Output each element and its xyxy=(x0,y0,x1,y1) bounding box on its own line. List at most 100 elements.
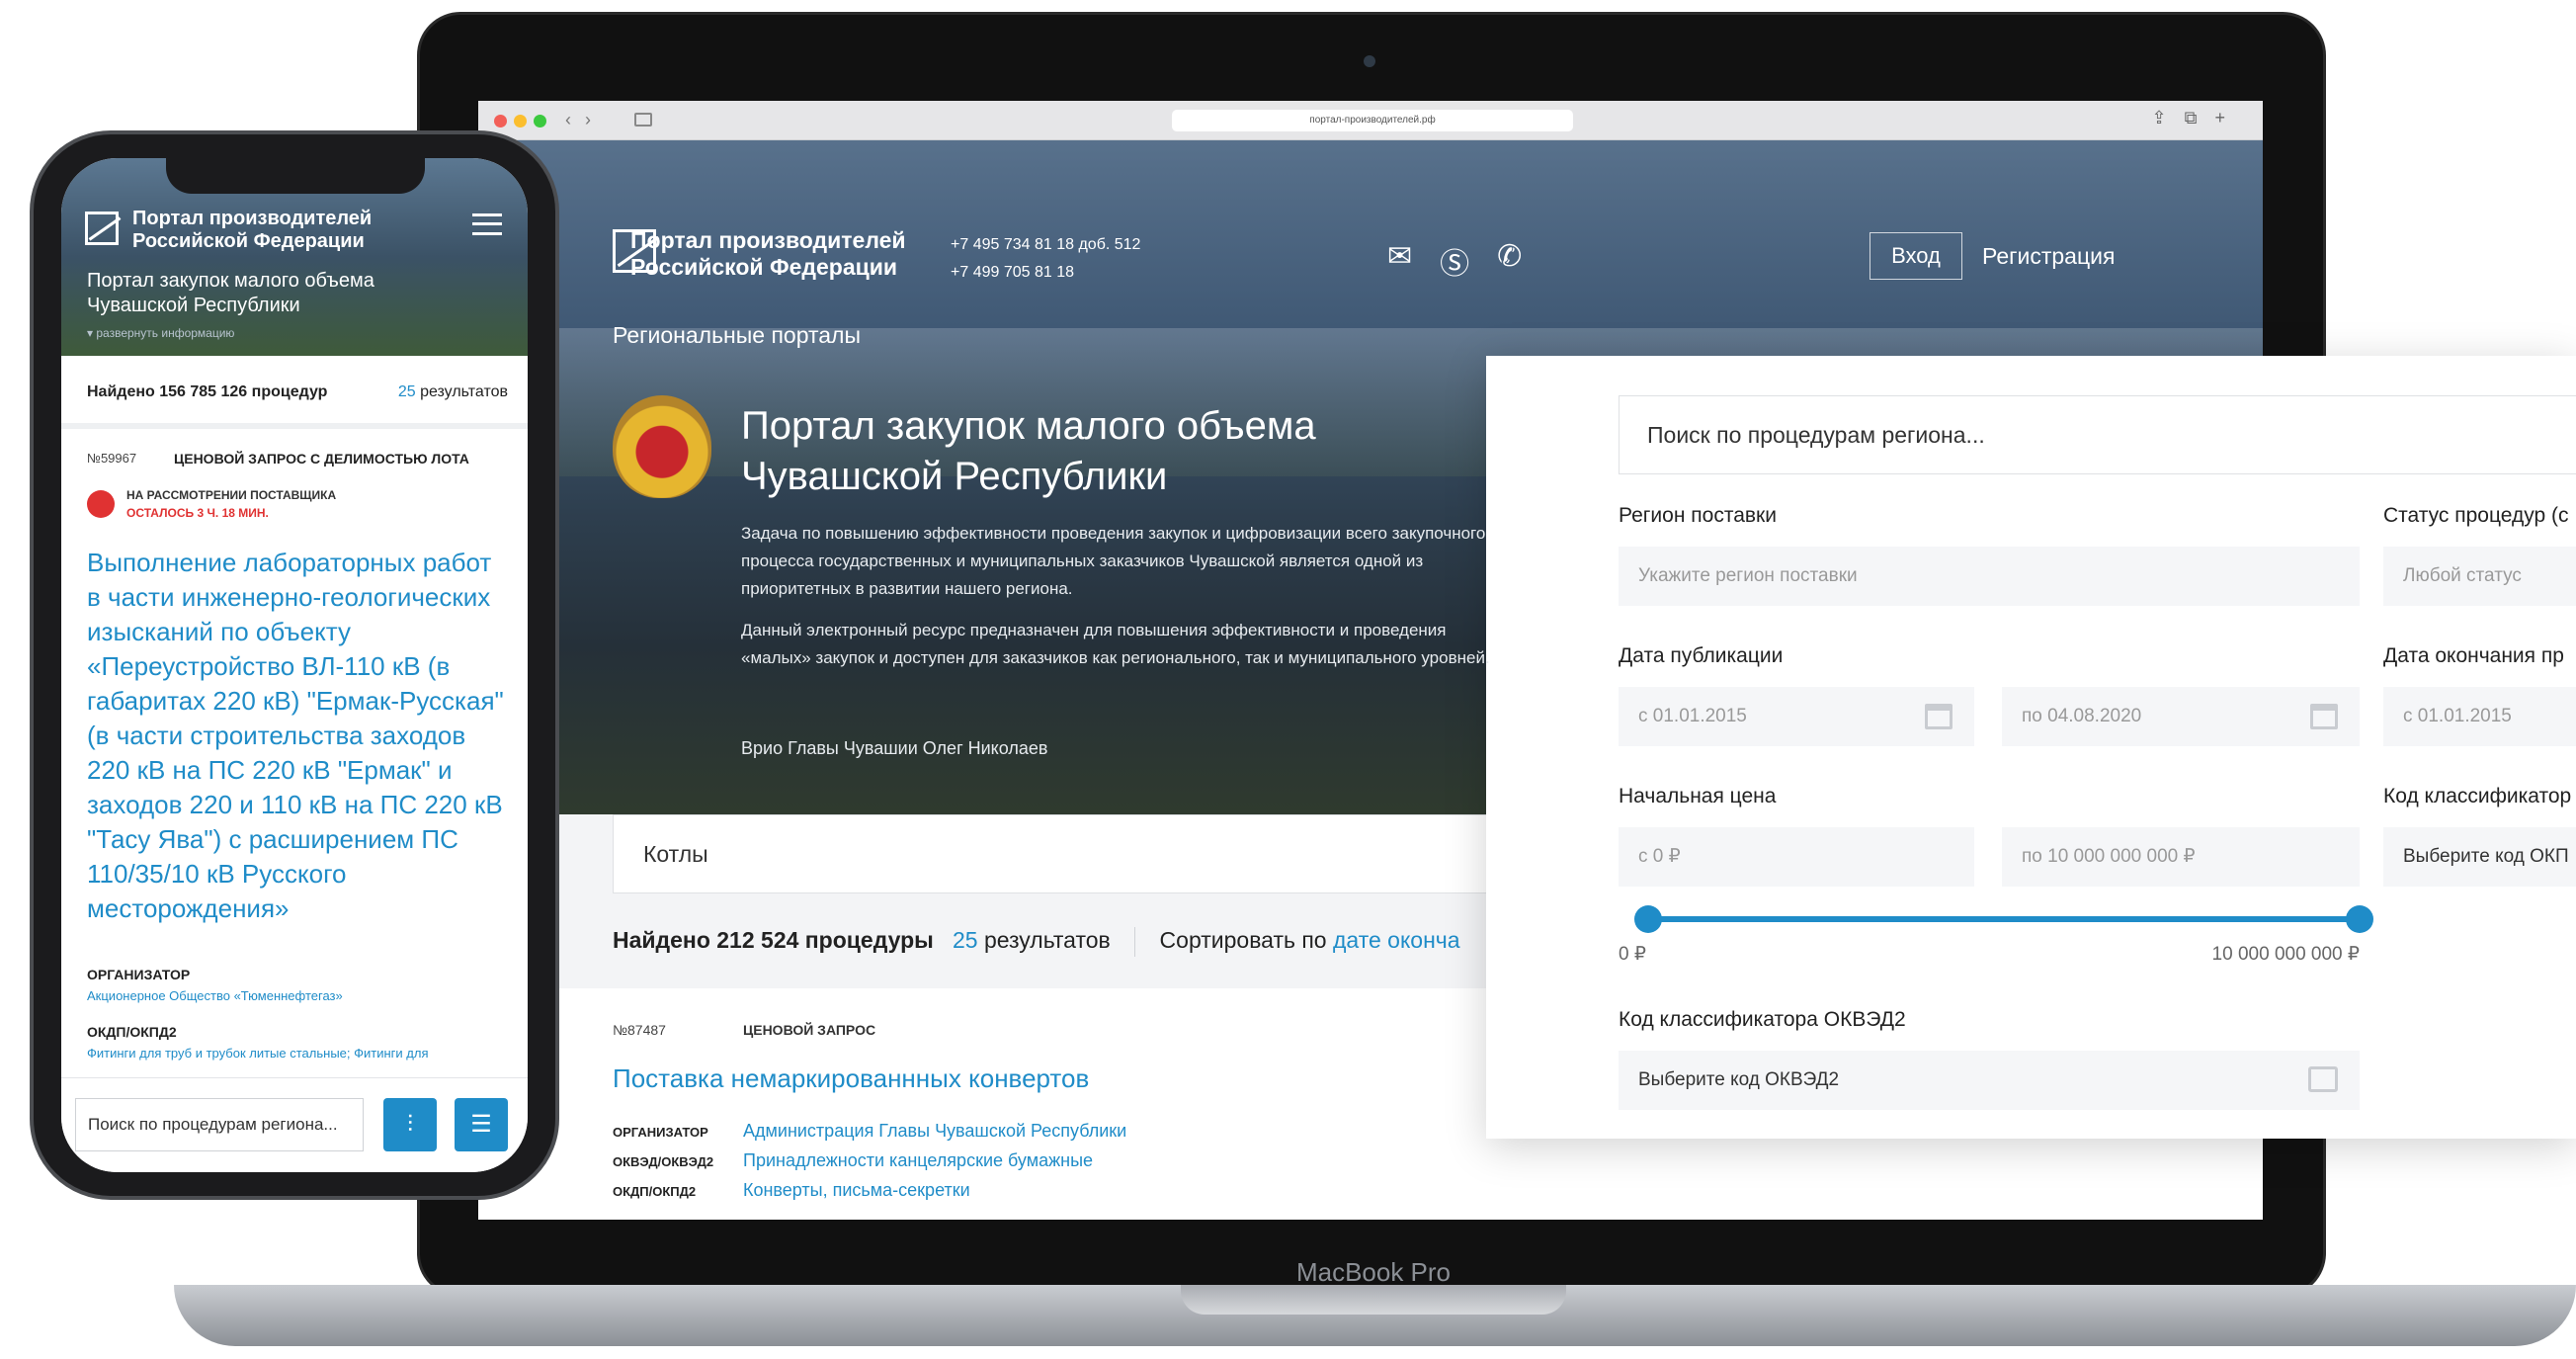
organizer-link[interactable]: Акционерное Общество «Тюменнефтегаз» xyxy=(87,988,343,1003)
laptop-model-label: MacBook Pro xyxy=(1295,1257,1452,1287)
expand-info-link[interactable]: ▾ развернуть информацию xyxy=(87,326,234,340)
hero-title-line: Чувашской Республики xyxy=(741,455,1168,498)
meta-value-link[interactable]: Принадлежности канцелярские бумажные xyxy=(743,1150,1093,1170)
phone-number[interactable]: +7 499 705 81 18 xyxy=(951,259,1140,287)
status-select[interactable]: Любой статус xyxy=(2383,547,2576,606)
date-value: по 04.08.2020 xyxy=(2022,706,2142,726)
procedure-type: ЦЕНОВОЙ ЗАПРОС С ДЕЛИМОСТЬЮ ЛОТА xyxy=(174,451,469,467)
okpd-key: ОКДП/ОКПД2 xyxy=(87,1024,177,1040)
date-value: с 01.01.2015 xyxy=(1638,706,1747,726)
contact-phones: +7 495 734 81 18 доб. 512 +7 499 705 81 … xyxy=(951,231,1140,287)
okved-value: Выберите код ОКВЭД2 xyxy=(1638,1069,1840,1090)
phone-bottom-bar: Поиск по процедурам региона... ⫶ ☰ xyxy=(61,1077,528,1172)
site-brand[interactable]: Портал производителей Российской Федерац… xyxy=(630,227,906,281)
share-tabs-icons[interactable]: ⇪⧉+ xyxy=(2152,108,2243,128)
results-summary: Найдено 212 524 процедуры 25 результатов… xyxy=(613,927,1460,957)
procedure-title-link[interactable]: Поставка немаркированнных конвертов xyxy=(613,1063,1089,1094)
phone-portal-title: Портал закупок малого объема Чувашской Р… xyxy=(87,269,374,318)
whatsapp-icon[interactable]: ✆ xyxy=(1497,239,1522,283)
contact-icons: ✉ Ⓢ ✆ xyxy=(1387,239,1522,283)
procedure-meta-row: ОРГАНИЗАТОР Администрация Главы Чувашской… xyxy=(613,1121,1126,1142)
region-label: Регион поставки xyxy=(1619,504,1777,527)
regional-portals-link[interactable]: Региональные порталы xyxy=(613,322,861,349)
results-count: 25 xyxy=(397,383,416,400)
price-range-track[interactable] xyxy=(1648,916,2360,922)
list-icon[interactable]: ☰ xyxy=(455,1098,508,1151)
sort-value[interactable]: дате оконча xyxy=(1333,927,1460,953)
publication-date-from-input[interactable]: с 01.01.2015 xyxy=(1619,687,1974,746)
hero-paragraph: Задача по повышению эффективности провед… xyxy=(741,524,1486,598)
phone-found-count: Найдено 156 785 126 процедур xyxy=(87,383,328,400)
region-input[interactable]: Укажите регион поставки xyxy=(1619,547,2360,606)
procedure-meta-row: ОКВЭД/ОКВЭД2 Принадлежности канцелярские … xyxy=(613,1150,1093,1171)
hero-paragraph: Данный электронный ресурс предназначен д… xyxy=(741,621,1490,667)
minimize-window-button[interactable] xyxy=(514,115,527,127)
meta-key: ОКВЭД/ОКВЭД2 xyxy=(613,1154,714,1169)
brand-line-2: Российской Федерации xyxy=(630,254,898,280)
portal-logo-icon[interactable] xyxy=(85,212,119,245)
sliders-icon[interactable]: ⫶ xyxy=(383,1098,437,1151)
catalog-icon[interactable] xyxy=(2308,1066,2338,1092)
price-min-label: 0 ₽ xyxy=(1619,944,1646,965)
meta-key: ОКДП/ОКПД2 xyxy=(613,1184,697,1199)
meta-value-link[interactable]: Администрация Главы Чувашской Республики xyxy=(743,1121,1126,1141)
zoom-window-button[interactable] xyxy=(534,115,546,127)
status-label: Статус процедур (с xyxy=(2383,504,2569,527)
procedure-status: НА РАССМОТРЕНИИ ПОСТАВЩИКА xyxy=(126,488,337,502)
brand-line-2: Российской Федерации xyxy=(132,230,365,252)
hero-title-line: Портал закупок малого объема xyxy=(741,404,1316,448)
phone-number[interactable]: +7 495 734 81 18 доб. 512 xyxy=(951,231,1140,259)
phone-brand[interactable]: Портал производителей Российской Федерац… xyxy=(132,208,372,253)
meta-value-link[interactable]: Конверты, письма-секретки xyxy=(743,1180,970,1200)
classifier-select[interactable]: Выберите код ОКП xyxy=(2383,827,2576,887)
chuvashia-emblem-icon xyxy=(613,395,711,498)
phone-results-per-page[interactable]: 25 результатов xyxy=(398,383,508,401)
procedure-number: №59967 xyxy=(87,451,137,466)
price-max-label: 10 000 000 000 ₽ xyxy=(2211,944,2360,965)
phone-screen: Портал производителей Российской Федерац… xyxy=(61,158,528,1172)
time-left: ОСТАЛОСЬ 3 Ч. 18 МИН. xyxy=(126,506,269,520)
price-from-input[interactable]: с 0 ₽ xyxy=(1619,827,1974,887)
portal-title-line: Портал закупок малого объема xyxy=(87,270,374,292)
calendar-icon[interactable] xyxy=(1925,704,1953,729)
publication-date-to-input[interactable]: по 04.08.2020 xyxy=(2002,687,2360,746)
publication-date-label: Дата публикации xyxy=(1619,644,1784,667)
phone-notch xyxy=(166,158,425,194)
procedure-number: №87487 xyxy=(613,1022,666,1038)
back-forward-arrows-icon[interactable]: ‹› xyxy=(565,110,605,130)
initial-price-label: Начальная цена xyxy=(1619,785,1777,807)
results-per-page-label: результатов xyxy=(983,927,1111,954)
results-per-page-value[interactable]: 25 xyxy=(953,927,978,953)
calendar-icon[interactable] xyxy=(2310,704,2338,729)
hamburger-menu-icon[interactable] xyxy=(472,213,502,235)
end-date-from-input[interactable]: с 01.01.2015 xyxy=(2383,687,2576,746)
price-max-handle[interactable] xyxy=(2346,905,2373,933)
login-button[interactable]: Вход xyxy=(1870,232,1962,280)
meta-key: ОРГАНИЗАТОР xyxy=(613,1125,708,1140)
hero-title: Портал закупок малого объема Чувашской Р… xyxy=(741,401,1373,502)
region-search-input[interactable]: Поиск по процедурам региона... xyxy=(1619,395,2576,474)
okved-select[interactable]: Выберите код ОКВЭД2 xyxy=(1619,1051,2360,1110)
mail-icon[interactable]: ✉ xyxy=(1387,239,1412,283)
end-date-label: Дата окончания пр xyxy=(2383,644,2564,667)
brand-line-1: Портал производителей xyxy=(630,227,906,253)
divider xyxy=(61,423,528,429)
results-label: результатов xyxy=(420,383,508,400)
close-window-button[interactable] xyxy=(494,115,507,127)
price-to-input[interactable]: по 10 000 000 000 ₽ xyxy=(2002,827,2360,887)
procedure-title-link[interactable]: Выполнение лабораторных работ в части ин… xyxy=(87,546,512,926)
okpd-link[interactable]: Фитинги для труб и трубок литые стальные… xyxy=(87,1046,428,1061)
organizer-key: ОРГАНИЗАТОР xyxy=(87,967,191,982)
sidebar-toggle-icon[interactable] xyxy=(634,113,652,127)
hero-signer: Врио Главы Чувашии Олег Николаев xyxy=(741,738,1048,758)
price-min-handle[interactable] xyxy=(1634,905,1662,933)
sort-label: Сортировать по xyxy=(1159,927,1327,954)
procedure-type: ЦЕНОВОЙ ЗАПРОС xyxy=(743,1022,876,1038)
classifier-label: Код классификатор xyxy=(2383,785,2572,807)
skype-icon[interactable]: Ⓢ xyxy=(1440,239,1469,283)
hero-description: Задача по повышению эффективности провед… xyxy=(741,520,1512,686)
address-bar[interactable]: портал-производителей.рф xyxy=(1172,110,1573,131)
clock-icon xyxy=(87,490,115,518)
phone-search-input[interactable]: Поиск по процедурам региона... xyxy=(75,1098,364,1151)
register-link[interactable]: Регистрация xyxy=(1982,243,2115,270)
